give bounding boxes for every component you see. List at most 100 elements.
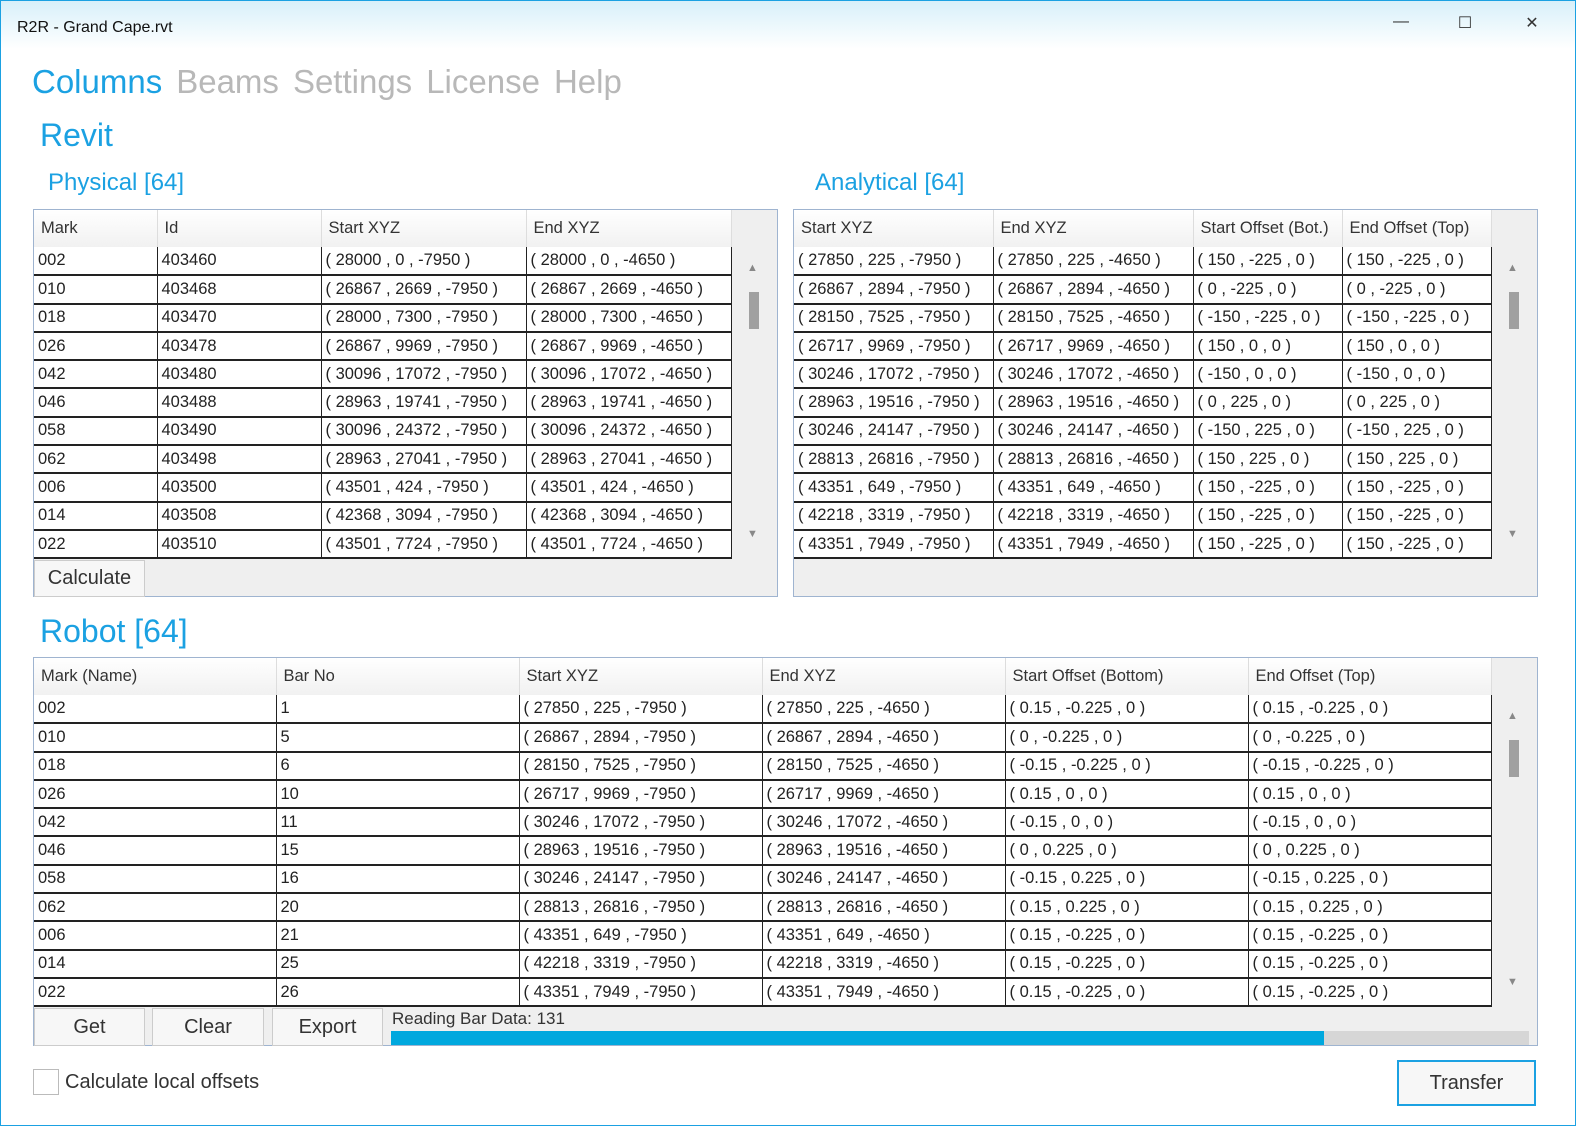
table-cell[interactable]: ( 150 , -225 , 0 ) [1342,501,1492,531]
table-cell[interactable]: ( 43501 , 7724 , -4650 ) [526,529,732,560]
nav-tab-beams[interactable]: Beams [176,63,279,101]
table-cell[interactable]: ( 30246 , 24147 , -7950 ) [519,864,763,895]
table-row[interactable]: 002 403460( 28000 , 0 , -7950 )( 28000 , … [34,247,732,277]
table-cell[interactable]: 014 [34,949,277,979]
table-cell[interactable]: ( 0.15 , 0 , 0 ) [1005,779,1249,810]
table-cell[interactable]: 026 [34,331,158,362]
table-cell[interactable]: 062 [34,893,277,923]
nav-tab-columns[interactable]: Columns [32,63,162,101]
table-cell[interactable]: ( 30246 , 17072 , -7950 ) [519,808,763,838]
column-header[interactable]: End XYZ [762,658,1006,695]
table-cell[interactable]: ( -150 , 0 , 0 ) [1342,360,1492,390]
table-cell[interactable]: 26 [276,977,520,1008]
table-cell[interactable]: ( 28963 , 19516 , -4650 ) [762,836,1006,866]
table-row[interactable]: ( 28963 , 19516 , -7950 )( 28963 , 19516… [794,388,1492,418]
table-cell[interactable]: 403460 [157,247,322,277]
table-row[interactable]: 010 403468( 26867 , 2669 , -7950 )( 26867… [34,275,732,305]
table-cell[interactable]: ( 26717 , 9969 , -4650 ) [993,331,1194,362]
table-cell[interactable]: ( 28813 , 26816 , -4650 ) [762,893,1006,923]
scroll-down-icon[interactable]: ▼ [1507,528,1518,540]
table-row[interactable]: 014 25( 42218 , 3319 , -7950 )( 42218 , 3… [34,949,1492,979]
table-cell[interactable]: ( 28963 , 19516 , -7950 ) [519,836,763,866]
table-cell[interactable]: ( 28150 , 7525 , -7950 ) [519,751,763,781]
table-cell[interactable]: ( 28000 , 7300 , -7950 ) [321,303,527,333]
column-header[interactable]: Bar No [276,658,520,695]
table-row[interactable]: ( 26717 , 9969 , -7950 )( 26717 , 9969 ,… [794,331,1492,362]
table-cell[interactable]: ( 150 , -225 , 0 ) [1342,529,1492,560]
table-row[interactable]: ( 43351 , 7949 , -7950 )( 43351 , 7949 ,… [794,529,1492,560]
table-cell[interactable]: 010 [34,275,158,305]
scroll-down-icon[interactable]: ▼ [1507,976,1518,988]
export-button[interactable]: Export [272,1008,383,1046]
table-cell[interactable]: 018 [34,303,158,333]
table-cell[interactable]: ( 0 , -0.225 , 0 ) [1005,723,1249,753]
table-cell[interactable]: ( 26867 , 2894 , -4650 ) [993,275,1194,305]
table-cell[interactable]: ( 28963 , 19516 , -7950 ) [794,388,994,418]
table-cell[interactable]: ( 28963 , 19516 , -4650 ) [993,388,1194,418]
table-cell[interactable]: 403478 [157,331,322,362]
table-cell[interactable]: 062 [34,445,158,475]
table-cell[interactable]: ( 0 , -225 , 0 ) [1193,275,1343,305]
table-row[interactable]: 058 403490( 30096 , 24372 , -7950 )( 3009… [34,416,732,447]
column-header[interactable]: Start XYZ [321,210,527,247]
table-row[interactable]: 018 6( 28150 , 7525 , -7950 )( 28150 , 75… [34,751,1492,781]
table-cell[interactable]: ( 26867 , 2669 , -4650 ) [526,275,732,305]
table-cell[interactable]: ( 28963 , 27041 , -4650 ) [526,445,732,475]
table-cell[interactable]: 022 [34,977,277,1008]
table-cell[interactable]: ( 28000 , 7300 , -4650 ) [526,303,732,333]
table-cell[interactable]: ( -150 , 0 , 0 ) [1193,360,1343,390]
table-cell[interactable]: ( 150 , -225 , 0 ) [1193,247,1343,277]
column-header[interactable]: End XYZ [526,210,732,247]
table-cell[interactable]: ( 27850 , 225 , -7950 ) [519,695,763,725]
table-cell[interactable]: ( 30246 , 24147 , -7950 ) [794,416,994,447]
column-header[interactable]: Mark [34,210,158,247]
table-cell[interactable]: 1 [276,695,520,725]
table-cell[interactable]: 006 [34,921,277,951]
scroll-up-icon[interactable]: ▲ [747,262,758,274]
scroll-thumb[interactable] [1509,292,1519,329]
table-cell[interactable]: 002 [34,695,277,725]
column-header[interactable]: Start Offset (Bot.) [1193,210,1343,247]
clear-button[interactable]: Clear [152,1008,264,1046]
table-cell[interactable]: ( -0.15 , -0.225 , 0 ) [1248,751,1492,781]
nav-tab-license[interactable]: License [426,63,540,101]
table-row[interactable]: 006 21( 43351 , 649 , -7950 )( 43351 , 64… [34,921,1492,951]
table-cell[interactable]: ( 43501 , 424 , -7950 ) [321,473,527,503]
scroll-up-icon[interactable]: ▲ [1507,262,1518,274]
table-cell[interactable]: ( 28150 , 7525 , -4650 ) [993,303,1194,333]
table-cell[interactable]: ( 26717 , 9969 , -4650 ) [762,779,1006,810]
table-cell[interactable]: ( 0 , -0.225 , 0 ) [1248,723,1492,753]
table-row[interactable]: 022 403510( 43501 , 7724 , -7950 )( 43501… [34,529,732,560]
table-row[interactable]: 006 403500( 43501 , 424 , -7950 )( 43501 … [34,473,732,503]
table-cell[interactable]: ( 0 , 225 , 0 ) [1342,388,1492,418]
table-cell[interactable]: 058 [34,864,277,895]
column-header[interactable]: Start XYZ [519,658,763,695]
table-row[interactable]: ( 28813 , 26816 , -7950 )( 28813 , 26816… [794,445,1492,475]
table-cell[interactable]: ( 28000 , 0 , -4650 ) [526,247,732,277]
table-cell[interactable]: ( 150 , 0 , 0 ) [1342,331,1492,362]
table-cell[interactable]: ( 28963 , 19741 , -4650 ) [526,388,732,418]
table-cell[interactable]: ( 30096 , 17072 , -7950 ) [321,360,527,390]
table-cell[interactable]: ( 150 , -225 , 0 ) [1193,473,1343,503]
table-cell[interactable]: ( 30246 , 17072 , -4650 ) [993,360,1194,390]
table-row[interactable]: ( 28150 , 7525 , -7950 )( 28150 , 7525 ,… [794,303,1492,333]
table-cell[interactable]: ( 0.15 , -0.225 , 0 ) [1005,949,1249,979]
column-header[interactable]: Start XYZ [794,210,994,247]
table-cell[interactable]: 16 [276,864,520,895]
table-cell[interactable]: ( 0.15 , -0.225 , 0 ) [1005,977,1249,1008]
table-cell[interactable]: ( 0.15 , -0.225 , 0 ) [1005,695,1249,725]
table-row[interactable]: 046 15( 28963 , 19516 , -7950 )( 28963 , … [34,836,1492,866]
table-cell[interactable]: 014 [34,501,158,531]
table-cell[interactable]: ( -150 , 225 , 0 ) [1193,416,1343,447]
table-cell[interactable]: ( 28813 , 26816 , -7950 ) [794,445,994,475]
table-cell[interactable]: ( -0.15 , -0.225 , 0 ) [1005,751,1249,781]
table-cell[interactable]: ( -0.15 , 0 , 0 ) [1005,808,1249,838]
table-cell[interactable]: ( 43351 , 7949 , -4650 ) [762,977,1006,1008]
nav-tab-settings[interactable]: Settings [293,63,412,101]
table-cell[interactable]: ( 27850 , 225 , -7950 ) [794,247,994,277]
table-cell[interactable]: ( 30246 , 17072 , -4650 ) [762,808,1006,838]
table-cell[interactable]: ( 27850 , 225 , -4650 ) [762,695,1006,725]
table-cell[interactable]: 042 [34,360,158,390]
table-cell[interactable]: ( 28963 , 19741 , -7950 ) [321,388,527,418]
table-row[interactable]: 002 1( 27850 , 225 , -7950 )( 27850 , 225… [34,695,1492,725]
